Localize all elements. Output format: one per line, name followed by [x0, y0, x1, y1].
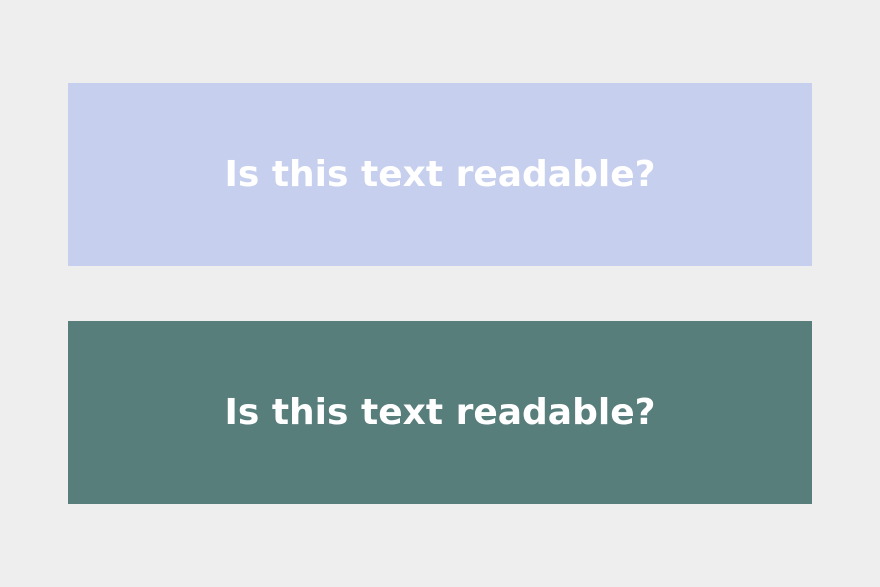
- teal-panel: Is this text readable?: [68, 321, 812, 504]
- panel-text-dark: Is this text readable?: [224, 391, 656, 433]
- page-canvas: { "background_color": "#eeeeee", "panels…: [0, 0, 880, 587]
- light-blue-panel: Is this text readable?: [68, 83, 812, 266]
- panel-text-light: Is this text readable?: [224, 153, 656, 195]
